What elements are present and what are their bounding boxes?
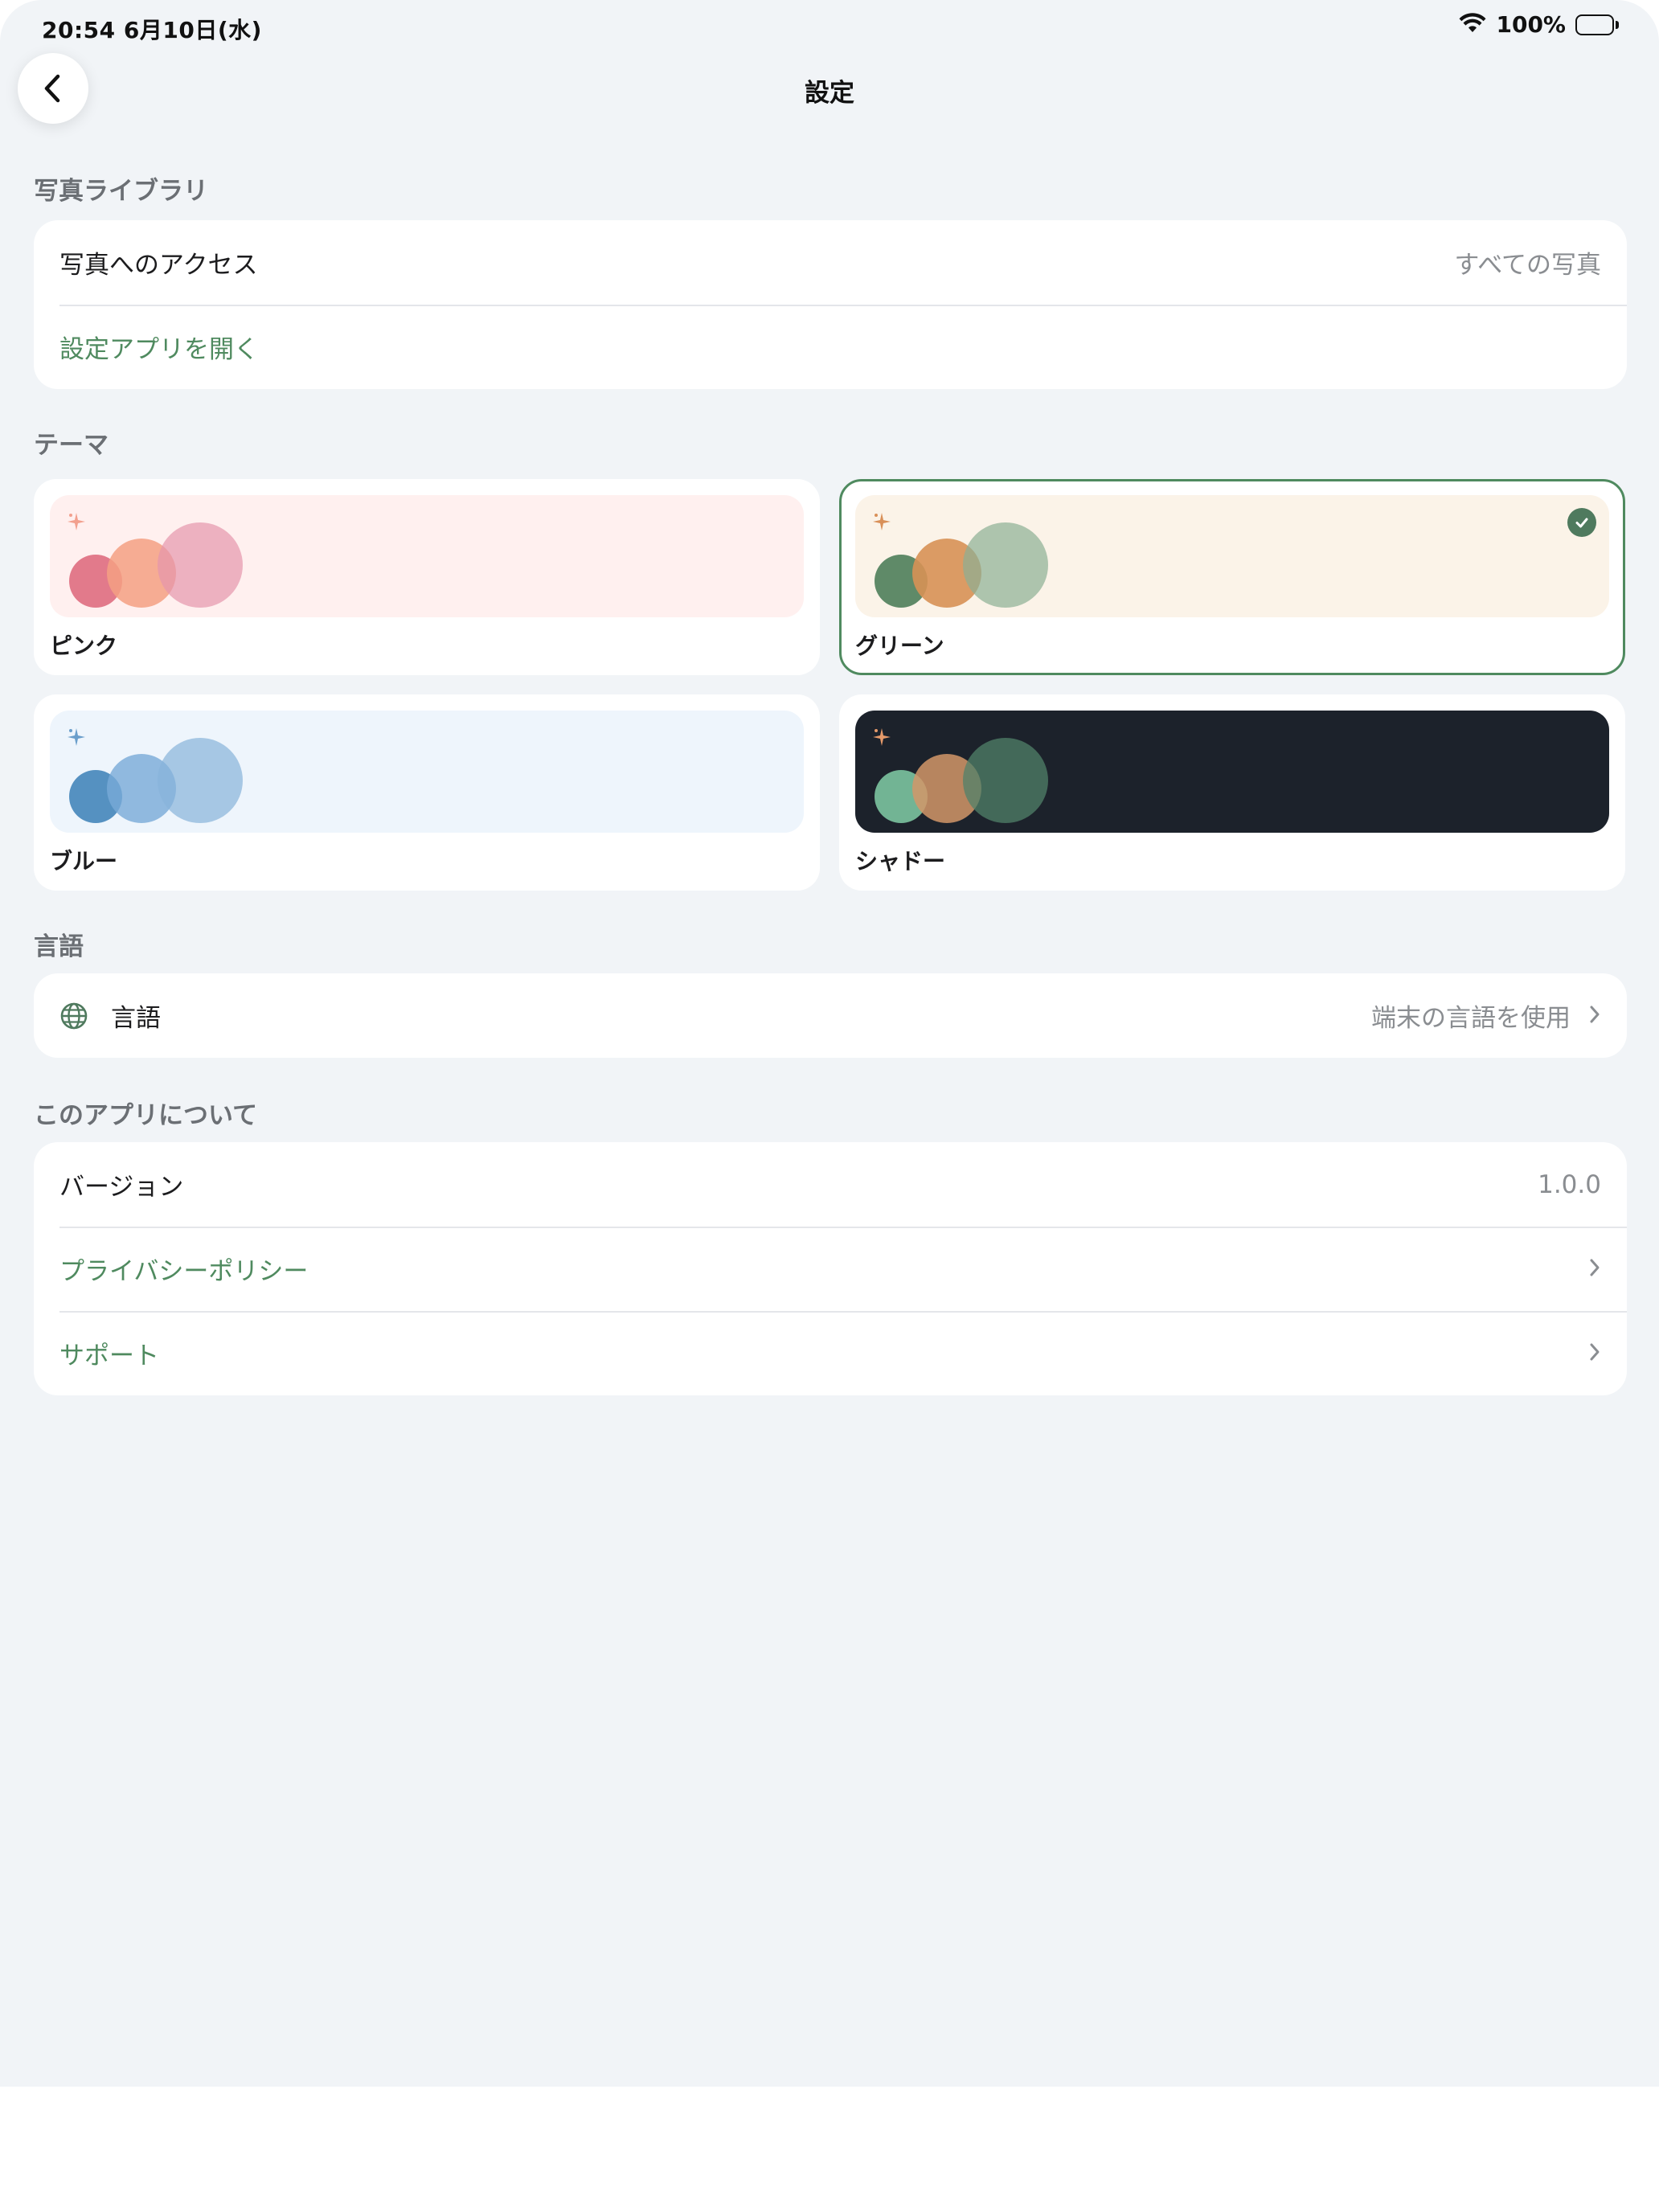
theme-name: ブルー <box>50 848 118 875</box>
sparkle-icon <box>66 511 87 535</box>
photo-access-value: すべての写真 <box>1454 251 1601 280</box>
bottom-strip <box>0 2087 1659 2212</box>
theme-preview <box>855 495 1609 617</box>
support-row[interactable]: サポート <box>34 1311 1627 1395</box>
status-bar: 20:54 6月10日(水) 100% <box>0 0 1659 56</box>
theme-circle-large <box>158 522 243 608</box>
section-header-language: 言語 <box>34 932 84 961</box>
theme-preview <box>855 711 1609 833</box>
photo-library-card: 写真へのアクセス すべての写真 設定アプリを開く <box>34 220 1627 389</box>
language-row[interactable]: 言語 端末の言語を使用 <box>34 973 1627 1058</box>
open-settings-app-row[interactable]: 設定アプリを開く <box>34 305 1627 389</box>
theme-name: ピンク <box>50 633 118 659</box>
language-value: 端末の言語を使用 <box>1371 1004 1571 1033</box>
photo-access-label: 写真へのアクセス <box>59 251 258 280</box>
sparkle-icon <box>871 511 892 535</box>
status-time-date: 20:54 6月10日(水) <box>42 17 262 43</box>
section-header-about: このアプリについて <box>34 1101 258 1130</box>
sparkle-icon <box>66 727 87 751</box>
battery-icon <box>1575 14 1619 35</box>
theme-option-blue[interactable]: ブルー <box>34 694 820 891</box>
about-card: バージョン 1.0.0 プライバシーポリシー サポート <box>34 1142 1627 1395</box>
privacy-policy-row[interactable]: プライバシーポリシー <box>34 1227 1627 1311</box>
photo-access-row: 写真へのアクセス すべての写真 <box>34 220 1627 305</box>
wifi-icon <box>1459 12 1486 37</box>
globe-icon <box>59 1002 88 1030</box>
theme-name: シャドー <box>855 848 946 875</box>
status-right: 100% <box>1459 11 1619 38</box>
battery-percentage: 100% <box>1496 11 1566 38</box>
language-card: 言語 端末の言語を使用 <box>34 973 1627 1058</box>
page-title: 設定 <box>805 79 854 108</box>
chevron-right-icon <box>1588 1004 1601 1028</box>
version-value: 1.0.0 <box>1538 1169 1601 1199</box>
theme-circle-large <box>963 738 1048 823</box>
support-link[interactable]: サポート <box>59 1335 159 1371</box>
theme-name: グリーン <box>855 633 944 659</box>
theme-option-shadow[interactable]: シャドー <box>839 694 1625 891</box>
chevron-right-icon <box>1588 1257 1601 1281</box>
theme-circle-large <box>963 522 1048 608</box>
open-settings-app-link[interactable]: 設定アプリを開く <box>59 329 259 365</box>
version-label: バージョン <box>59 1173 184 1202</box>
theme-preview <box>50 495 804 617</box>
section-header-photo-library: 写真ライブラリ <box>34 177 208 206</box>
theme-circle-large <box>158 738 243 823</box>
privacy-policy-link[interactable]: プライバシーポリシー <box>59 1251 308 1287</box>
section-header-theme: テーマ <box>34 431 109 460</box>
settings-screen: 20:54 6月10日(水) 100% 設定 写真ライブラリ 写真へのアクセス … <box>0 0 1659 2087</box>
theme-option-pink[interactable]: ピンク <box>34 479 820 675</box>
check-circle-icon <box>1567 508 1596 537</box>
chevron-right-icon <box>1588 1342 1601 1366</box>
language-label: 言語 <box>111 1004 161 1033</box>
theme-preview <box>50 711 804 833</box>
theme-option-green[interactable]: グリーン <box>839 479 1625 675</box>
sparkle-icon <box>871 727 892 751</box>
version-row: バージョン 1.0.0 <box>34 1142 1627 1227</box>
